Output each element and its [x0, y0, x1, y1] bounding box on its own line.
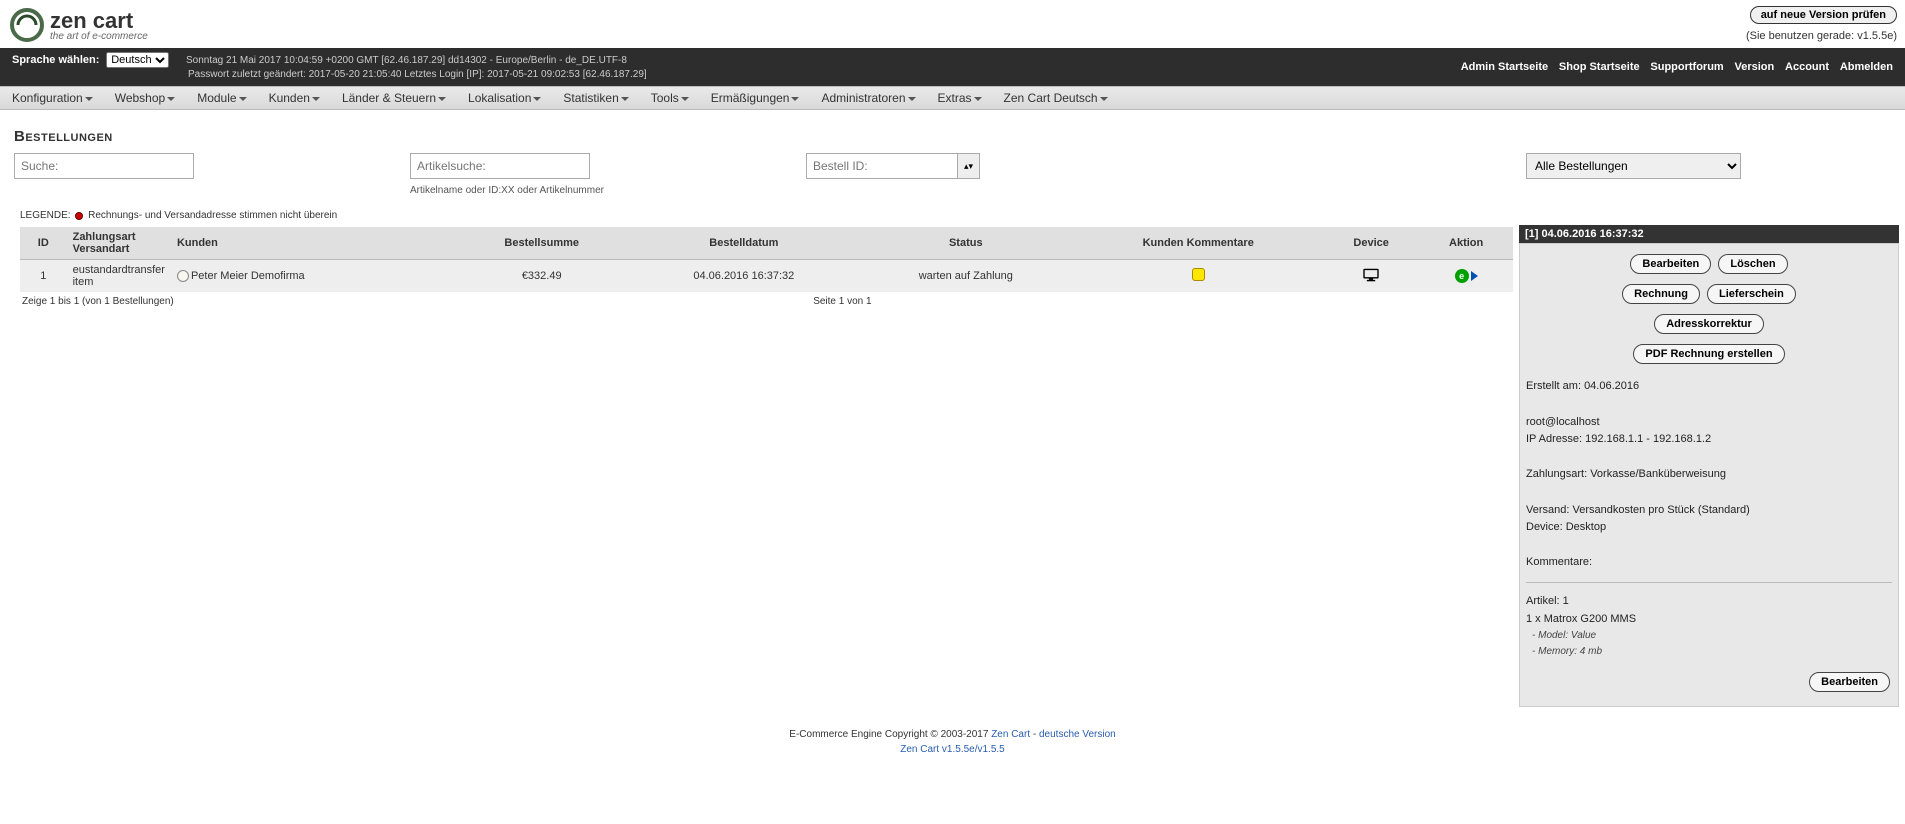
th-id[interactable]: ID: [20, 226, 67, 260]
th-total[interactable]: Bestellsumme: [454, 226, 629, 260]
table-row[interactable]: 1 eustandardtransfer item Peter Meier De…: [20, 260, 1513, 293]
detail-attr-memory: - Memory: 4 mb: [1532, 644, 1892, 660]
menu-webshop[interactable]: Webshop: [115, 91, 175, 105]
edit-button[interactable]: Bearbeiten: [1630, 254, 1711, 274]
arrow-icon[interactable]: [1471, 271, 1478, 281]
menu-laender-steuern[interactable]: Länder & Steuern: [342, 91, 446, 105]
language-select[interactable]: Deutsch: [106, 52, 169, 68]
delete-button[interactable]: Löschen: [1718, 254, 1787, 274]
menu-statistiken[interactable]: Statistiken: [563, 91, 628, 105]
detail-shipping: Versand: Versandkosten pro Stück (Standa…: [1526, 502, 1892, 520]
edit-button-bottom[interactable]: Bearbeiten: [1809, 672, 1890, 692]
logo: zen cart the art of e-commerce: [8, 6, 148, 44]
menu-extras[interactable]: Extras: [938, 91, 982, 105]
check-version-button[interactable]: auf neue Version prüfen: [1750, 6, 1897, 24]
cell-action[interactable]: e: [1419, 260, 1513, 293]
order-id-input[interactable]: [807, 154, 957, 178]
menu-lokalisation[interactable]: Lokalisation: [468, 91, 541, 105]
detail-ip: IP Adresse: 192.168.1.1 - 192.168.1.2: [1526, 431, 1892, 449]
cell-date: 04.06.2016 16:37:32: [629, 260, 858, 293]
link-shop-home[interactable]: Shop Startseite: [1559, 61, 1640, 73]
menu-administratoren[interactable]: Administratoren: [821, 91, 915, 105]
main-menu: Konfiguration Webshop Module Kunden Länd…: [0, 86, 1905, 110]
th-customer[interactable]: Kunden: [171, 226, 454, 260]
monitor-icon: [1362, 268, 1380, 282]
th-date[interactable]: Bestelldatum: [629, 226, 858, 260]
menu-zencart-deutsch[interactable]: Zen Cart Deutsch: [1004, 91, 1108, 105]
cell-status: warten auf Zahlung: [858, 260, 1073, 293]
detail-created: Erstellt am: 04.06.2016: [1526, 378, 1892, 396]
orders-table: ID Zahlungsart Versandart Kunden Bestell…: [20, 225, 1513, 292]
invoice-button[interactable]: Rechnung: [1622, 284, 1700, 304]
cell-total: €332.49: [454, 260, 629, 293]
infobar-links: Admin Startseite Shop Startseite Support…: [1453, 61, 1893, 73]
th-device[interactable]: Device: [1323, 226, 1419, 260]
logo-tagline: the art of e-commerce: [50, 31, 148, 42]
comment-icon: [1192, 268, 1205, 281]
link-admin-home[interactable]: Admin Startseite: [1461, 61, 1548, 73]
edit-badge-icon[interactable]: e: [1455, 269, 1469, 283]
detail-comments: Kommentare:: [1526, 554, 1892, 572]
detail-articles-head: Artikel: 1: [1526, 593, 1892, 611]
th-action[interactable]: Aktion: [1419, 226, 1513, 260]
th-payment[interactable]: Zahlungsart Versandart: [67, 226, 171, 260]
link-support[interactable]: Supportforum: [1650, 61, 1723, 73]
menu-tools[interactable]: Tools: [651, 91, 689, 105]
infobar-line2: Passwort zuletzt geändert: 2017-05-20 21…: [188, 69, 647, 80]
th-status[interactable]: Status: [858, 226, 1073, 260]
pager-left: Zeige 1 bis 1 (von 1 Bestellungen): [22, 296, 174, 307]
legend-dot-icon: [75, 212, 83, 220]
magnify-icon[interactable]: [177, 270, 189, 282]
infobar-line1: Sonntag 21 Mai 2017 10:04:59 +0200 GMT […: [186, 55, 627, 66]
link-account[interactable]: Account: [1785, 61, 1829, 73]
cell-payment: eustandardtransfer item: [67, 260, 171, 293]
detail-article-line: 1 x Matrox G200 MMS: [1526, 611, 1892, 629]
search-input[interactable]: [14, 153, 194, 179]
footer-link-zencart[interactable]: Zen Cart: [991, 729, 1030, 740]
article-search-input[interactable]: [410, 153, 590, 179]
cell-id: 1: [20, 260, 67, 293]
footer-version[interactable]: Zen Cart v1.5.5e/v1.5.5: [900, 744, 1005, 755]
packingslip-button[interactable]: Lieferschein: [1707, 284, 1796, 304]
detail-header: [1] 04.06.2016 16:37:32: [1519, 225, 1899, 243]
article-search-hint: Artikelname oder ID:XX oder Artikelnumme…: [410, 185, 790, 196]
detail-payment: Zahlungsart: Vorkasse/Banküberweisung: [1526, 466, 1892, 484]
legend: LEGENDE: Rechnungs- und Versandadresse s…: [0, 210, 1905, 225]
cell-device: [1323, 260, 1419, 293]
menu-ermaessigungen[interactable]: Ermäßigungen: [711, 91, 800, 105]
logo-icon: [8, 6, 46, 44]
footer-link-deutsche[interactable]: deutsche Version: [1039, 729, 1116, 740]
language-label: Sprache wählen:: [12, 54, 99, 66]
order-detail-panel: [1] 04.06.2016 16:37:32 Bearbeiten Lösch…: [1519, 225, 1899, 707]
cell-customer: Peter Meier Demofirma: [171, 260, 454, 293]
th-comments[interactable]: Kunden Kommentare: [1073, 226, 1323, 260]
footer: E-Commerce Engine Copyright © 2003-2017 …: [0, 707, 1905, 787]
detail-attr-model: - Model: Value: [1532, 628, 1892, 644]
detail-device: Device: Desktop: [1526, 519, 1892, 537]
pdf-invoice-button[interactable]: PDF Rechnung erstellen: [1633, 344, 1784, 364]
pager-right: Seite 1 von 1: [813, 296, 871, 307]
menu-module[interactable]: Module: [197, 91, 246, 105]
page-title: Bestellungen: [0, 110, 1905, 153]
menu-konfiguration[interactable]: Konfiguration: [12, 91, 93, 105]
cell-comments: [1073, 260, 1323, 293]
address-correct-button[interactable]: Adresskorrektur: [1654, 314, 1764, 334]
detail-email: root@localhost: [1526, 414, 1892, 432]
version-note: (Sie benutzen gerade: v1.5.5e): [1746, 30, 1897, 42]
menu-kunden[interactable]: Kunden: [269, 91, 320, 105]
order-status-select[interactable]: Alle Bestellungen: [1526, 153, 1741, 179]
order-id-stepper[interactable]: ▴▾: [957, 154, 979, 178]
link-version[interactable]: Version: [1735, 61, 1775, 73]
link-logout[interactable]: Abmelden: [1840, 61, 1893, 73]
